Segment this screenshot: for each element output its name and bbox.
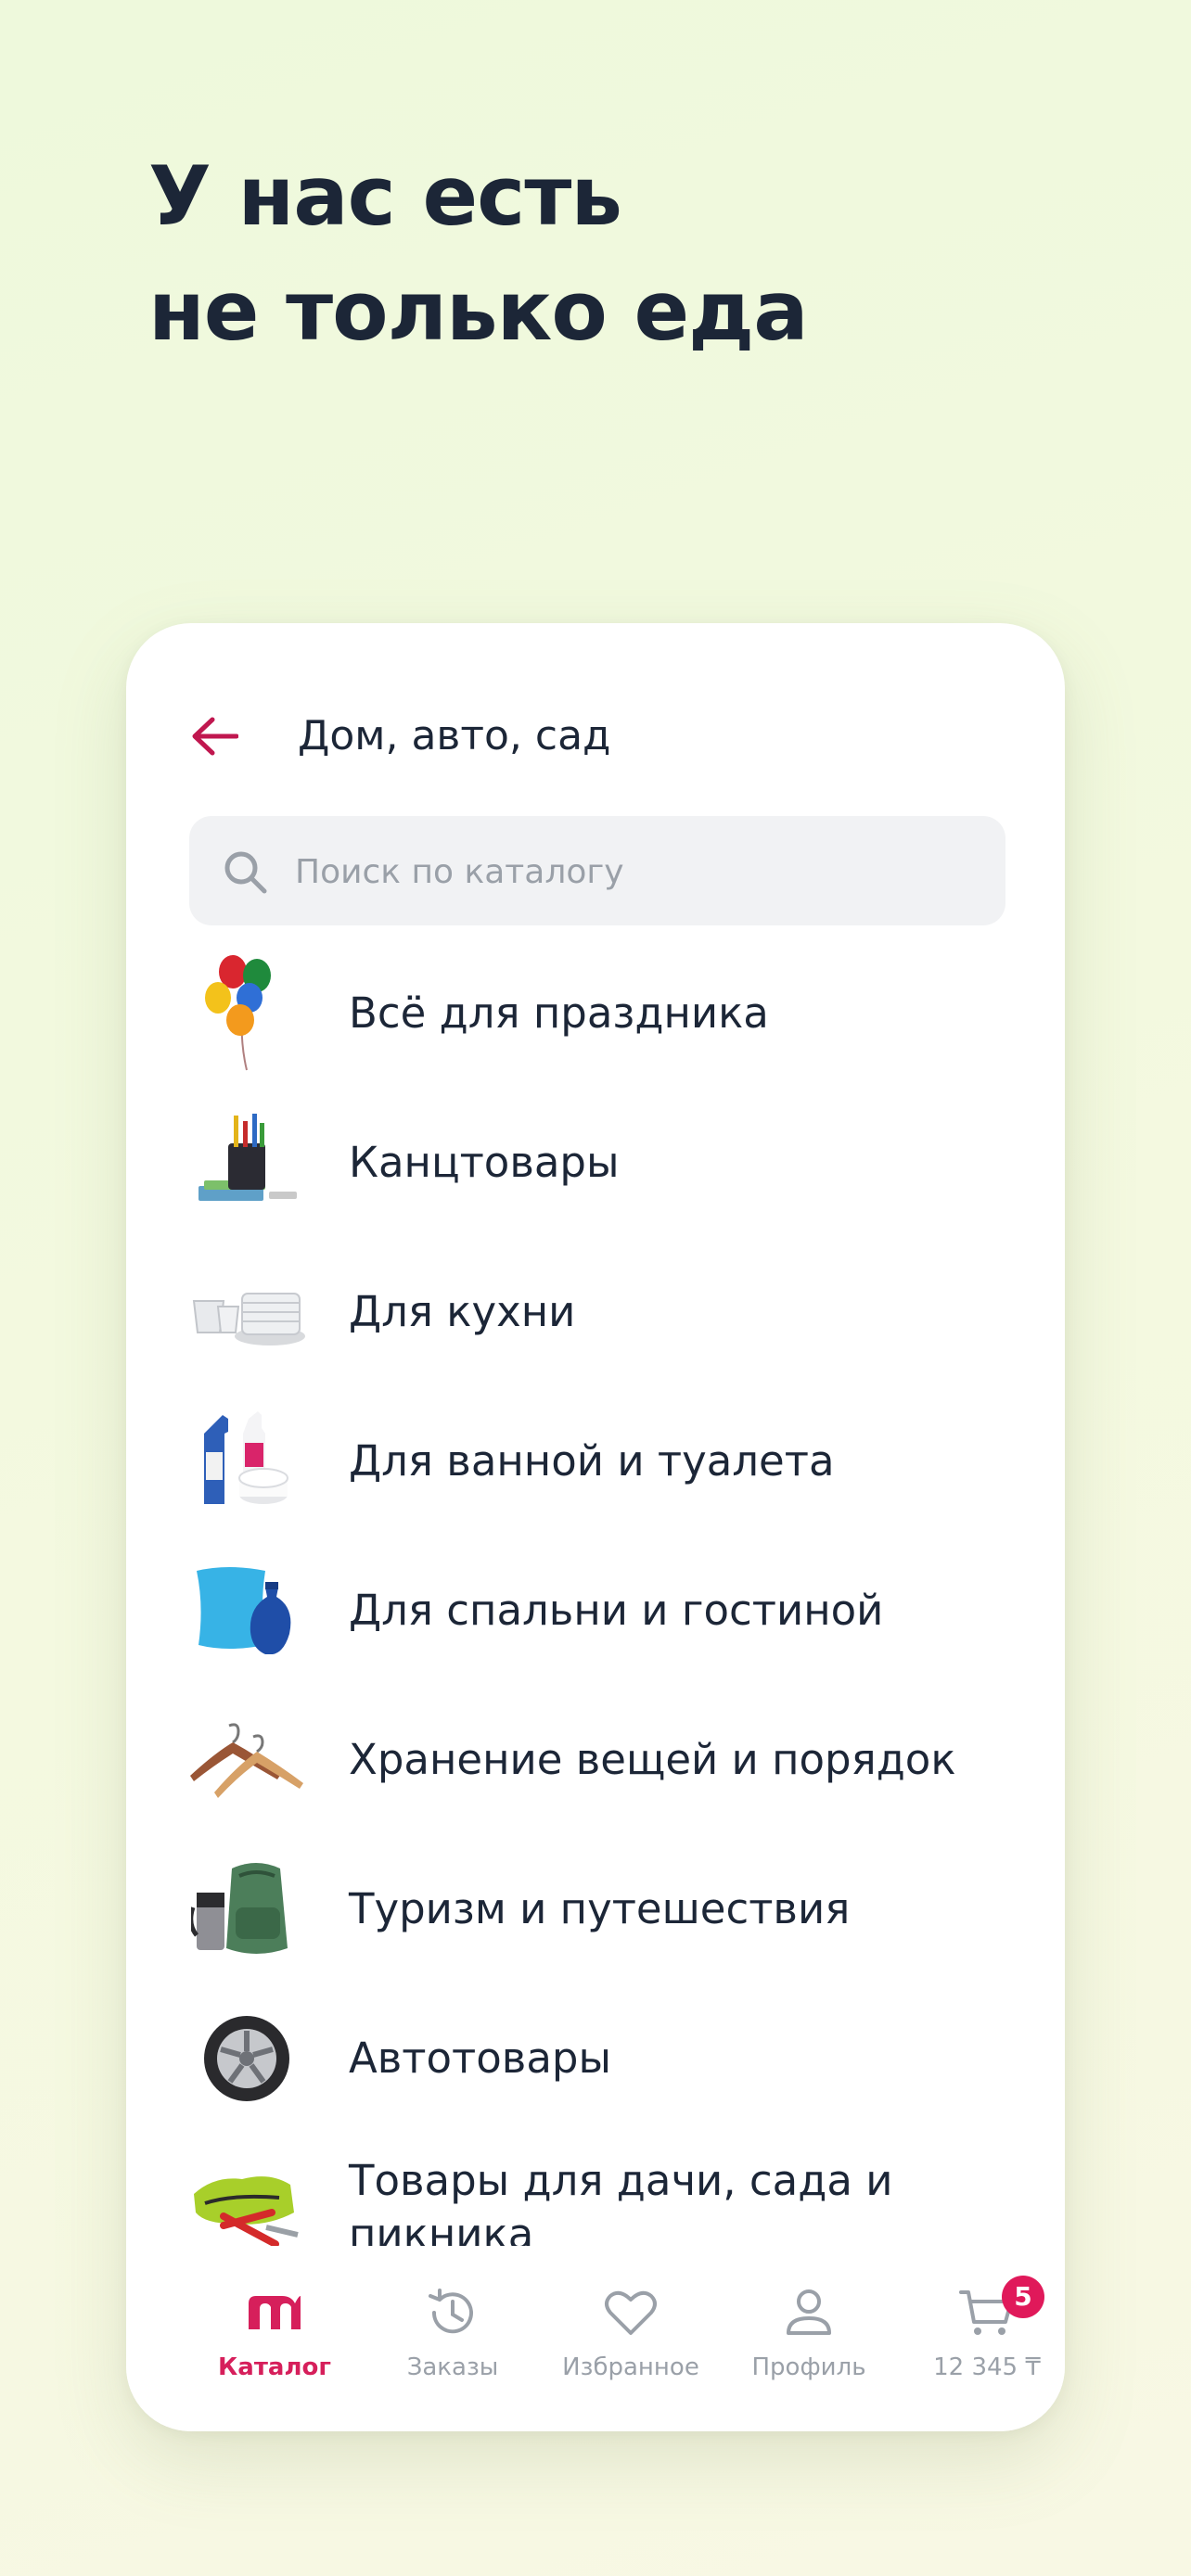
arrow-left-icon bbox=[192, 717, 238, 756]
pillow-vase-icon bbox=[182, 1552, 312, 1669]
back-button[interactable] bbox=[182, 708, 247, 764]
page-title: Дом, авто, сад bbox=[298, 712, 611, 759]
category-label: Канцтовары bbox=[349, 1137, 620, 1187]
cart-total: 12 345 ₸ bbox=[933, 2353, 1041, 2381]
cart-count-badge: 5 bbox=[1002, 2276, 1044, 2318]
category-item-kitchen[interactable]: Для кухни bbox=[126, 1237, 1065, 1386]
tab-label: Заказы bbox=[406, 2353, 499, 2381]
promo-title: У нас есть не только еда bbox=[148, 139, 809, 369]
user-icon bbox=[787, 2289, 831, 2335]
tab-profile[interactable]: Профиль bbox=[720, 2283, 898, 2413]
category-item-auto[interactable]: Автотовары bbox=[126, 1983, 1065, 2133]
dishes-icon bbox=[182, 1254, 312, 1371]
category-label: Автотовары bbox=[349, 2033, 611, 2083]
category-label: Туризм и путешествия bbox=[349, 1883, 851, 1933]
bathroom-products-icon bbox=[182, 1403, 312, 1520]
tab-label: Избранное bbox=[562, 2353, 699, 2381]
tab-orders[interactable]: Заказы bbox=[364, 2283, 542, 2413]
category-label: Для кухни bbox=[349, 1286, 576, 1336]
tab-catalog[interactable]: Каталог bbox=[186, 2283, 364, 2413]
hangers-icon bbox=[182, 1702, 312, 1818]
backpack-icon bbox=[182, 1851, 312, 1968]
tab-cart[interactable]: 5 12 345 ₸ bbox=[898, 2276, 1065, 2413]
category-item-travel[interactable]: Туризм и путешествия bbox=[126, 1834, 1065, 1983]
category-label: Для спальни и гостиной bbox=[349, 1585, 884, 1635]
search-bar[interactable] bbox=[189, 816, 1005, 927]
category-item-bathroom[interactable]: Для ванной и туалета bbox=[126, 1386, 1065, 1536]
category-label: Для ванной и туалета bbox=[349, 1435, 835, 1486]
search-icon bbox=[224, 851, 267, 894]
tab-label: Профиль bbox=[751, 2353, 866, 2381]
tire-icon bbox=[182, 2000, 312, 2117]
promo-title-line-1: У нас есть bbox=[148, 148, 622, 244]
category-label: Всё для праздника bbox=[349, 988, 769, 1038]
category-item-bedroom[interactable]: Для спальни и гостиной bbox=[126, 1536, 1065, 1685]
phone-screen-card: Дом, авто, сад Всё для праздника bbox=[126, 623, 1065, 2431]
tab-favorites[interactable]: Избранное bbox=[542, 2283, 720, 2413]
category-list: Всё для праздника Канцтовары Для кухни Д… bbox=[126, 938, 1065, 2282]
category-item-storage[interactable]: Хранение вещей и порядок bbox=[126, 1685, 1065, 1834]
history-icon bbox=[429, 2289, 473, 2334]
promo-title-line-2: не только еда bbox=[148, 263, 809, 359]
search-input[interactable] bbox=[293, 816, 983, 927]
catalog-logo-icon bbox=[249, 2296, 301, 2329]
heart-icon bbox=[605, 2290, 657, 2335]
stationery-icon bbox=[182, 1104, 312, 1221]
bottom-tab-bar: Каталог Заказы Избранное Профиль 5 12 34… bbox=[126, 2246, 1065, 2431]
category-label: Хранение вещей и порядок bbox=[349, 1734, 956, 1784]
tab-label: Каталог bbox=[218, 2353, 331, 2381]
balloons-icon bbox=[182, 955, 312, 1072]
category-item-holiday[interactable]: Всё для праздника bbox=[126, 938, 1065, 1088]
category-item-stationery[interactable]: Канцтовары bbox=[126, 1088, 1065, 1237]
